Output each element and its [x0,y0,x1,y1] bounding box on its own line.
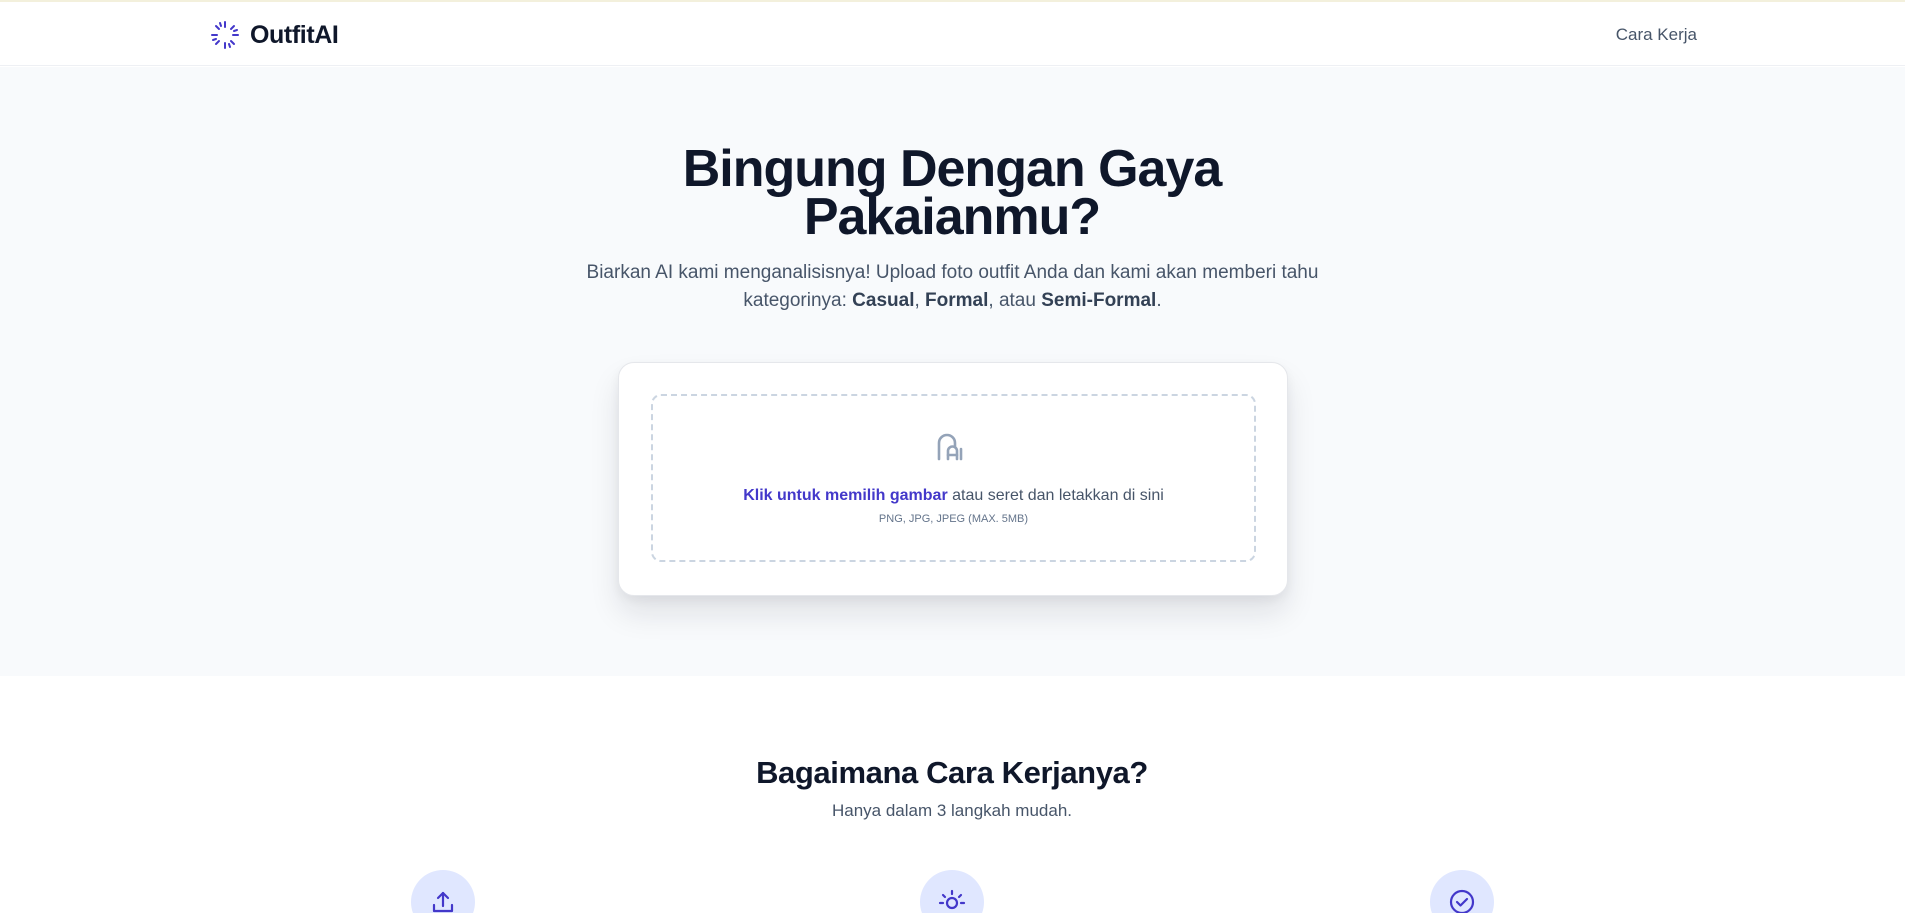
brand-logo[interactable]: OutfitAI [210,18,339,52]
step-2-badge [920,870,984,913]
hero-section: Bingung Dengan Gaya Pakaianmu? Biarkan A… [0,67,1905,676]
upload-dropzone[interactable]: Klik untuk memilih gambar atau seret dan… [651,394,1256,562]
page: OutfitAI Cara Kerja Bingung Dengan Gaya … [0,0,1905,913]
hero-subtitle-sep-2: , atau [988,290,1042,311]
upload-arrow-icon [432,891,454,913]
how-it-works-subtitle: Hanya dalam 3 langkah mudah. [831,801,1073,820]
site-header: OutfitAI Cara Kerja [0,0,1905,66]
upload-card: Klik untuk memilih gambar atau seret dan… [618,362,1288,596]
hero-subtitle-end: . [1156,290,1162,311]
dropzone-text: atau seret dan letakkan di sini [952,487,1164,504]
hero-subtitle: Biarkan AI kami menganalisisnya! Upload … [570,259,1335,315]
how-it-works-title: Bagaimana Cara Kerjanya? [756,755,1148,790]
lightbulb-icon [938,889,966,910]
file-format-hint: PNG, JPG, JPEG (MAX. 5MB) [878,513,1029,525]
dropzone-instructions: Klik untuk memilih gambar atau seret dan… [653,487,1254,505]
upload-file-icon [937,433,963,461]
step-3-badge [1430,870,1494,913]
sparkle-logo-icon [211,21,239,49]
step-1-badge [411,870,475,913]
category-semi-formal: Semi-Formal [1041,290,1157,311]
check-circle-icon [1449,889,1475,913]
category-formal: Formal [925,290,989,311]
nav-link-how-it-works[interactable]: Cara Kerja [1616,25,1697,45]
category-casual: Casual [852,290,915,311]
brand-name: OutfitAI [250,20,339,49]
hero-title: Bingung Dengan Gaya Pakaianmu? [682,140,1223,246]
select-image-link[interactable]: Klik untuk memilih gambar [743,487,947,504]
hero-subtitle-sep-1: , [914,290,926,311]
